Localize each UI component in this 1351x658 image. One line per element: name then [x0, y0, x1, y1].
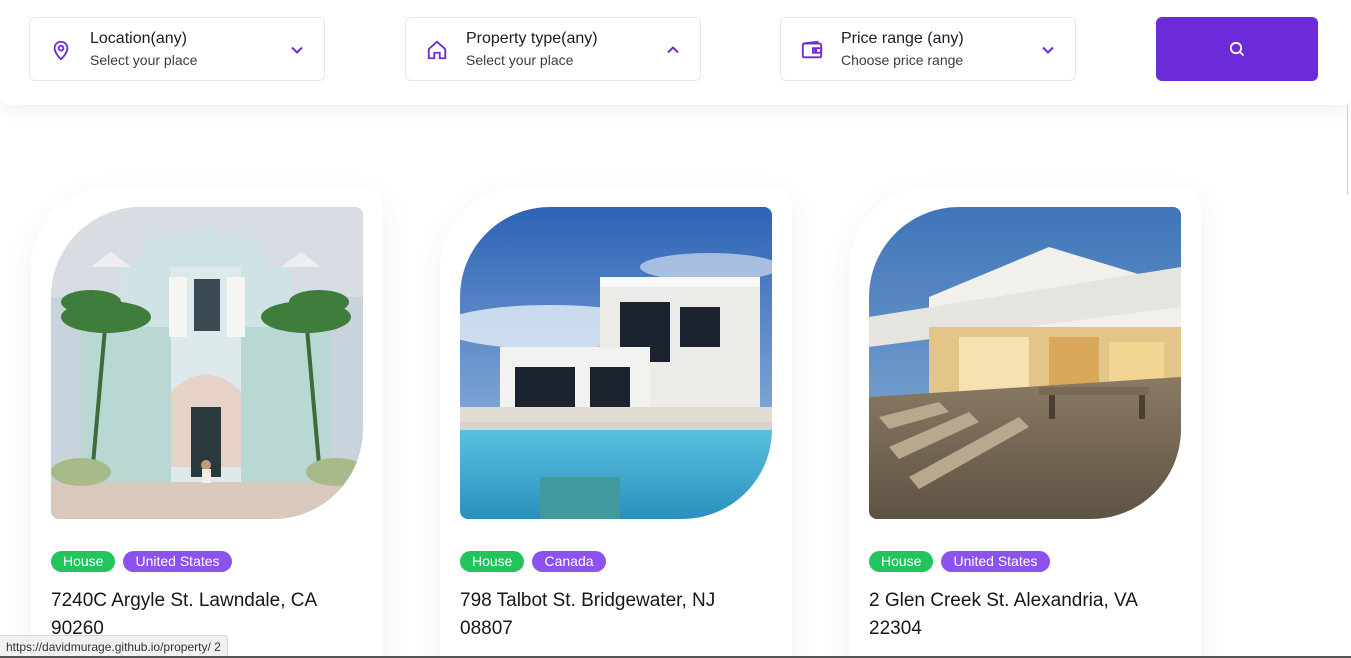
- tags: House United States: [51, 551, 232, 572]
- tags: House United States: [869, 551, 1050, 572]
- property-address[interactable]: 2 Glen Creek St. Alexandria, VA 22304: [869, 587, 1169, 643]
- country-badge[interactable]: United States: [941, 551, 1050, 572]
- property-type-badge[interactable]: House: [869, 551, 934, 572]
- search-icon: [1229, 41, 1245, 57]
- location-filter-title: Location(any): [90, 30, 187, 47]
- chevron-up-icon[interactable]: [666, 43, 680, 57]
- property-photo[interactable]: [460, 207, 772, 519]
- tags: House Canada: [460, 551, 606, 572]
- price-range-filter-title: Price range (any): [841, 30, 964, 47]
- property-type-badge[interactable]: House: [51, 551, 116, 572]
- location-filter[interactable]: Location(any) Select your place: [29, 17, 325, 81]
- price-range-filter[interactable]: Price range (any) Choose price range: [780, 17, 1076, 81]
- chevron-down-icon[interactable]: [290, 43, 304, 57]
- property-card[interactable]: House United States 7240C Argyle St. Law…: [31, 187, 383, 658]
- search-button[interactable]: [1156, 17, 1318, 81]
- status-bar-url: https://davidmurage.github.io/property/ …: [0, 635, 228, 658]
- property-type-badge[interactable]: House: [460, 551, 525, 572]
- property-type-filter[interactable]: Property type(any) Select your place: [405, 17, 701, 81]
- property-type-filter-subtitle: Select your place: [466, 52, 574, 68]
- home-icon: [427, 40, 447, 60]
- country-badge[interactable]: United States: [123, 551, 232, 572]
- property-address[interactable]: 798 Talbot St. Bridgewater, NJ 08807: [460, 587, 760, 643]
- price-range-filter-subtitle: Choose price range: [841, 52, 964, 68]
- property-card[interactable]: House Canada 798 Talbot St. Bridgewater,…: [440, 187, 792, 658]
- map-pin-icon: [53, 40, 69, 61]
- scrollbar-edge: [1347, 105, 1348, 195]
- filter-bar: Location(any) Select your place Property…: [0, 0, 1351, 105]
- property-photo[interactable]: [869, 207, 1181, 519]
- wallet-icon: [801, 40, 823, 59]
- property-photo[interactable]: [51, 207, 363, 519]
- property-type-filter-title: Property type(any): [466, 30, 598, 47]
- property-card[interactable]: House United States 2 Glen Creek St. Ale…: [849, 187, 1201, 658]
- location-filter-subtitle: Select your place: [90, 52, 198, 68]
- chevron-down-icon[interactable]: [1041, 43, 1055, 57]
- country-badge[interactable]: Canada: [532, 551, 606, 572]
